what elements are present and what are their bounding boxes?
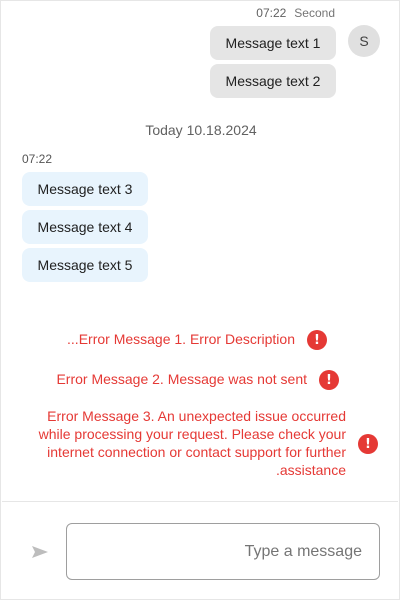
- error-icon[interactable]: !: [319, 370, 339, 390]
- incoming-message[interactable]: Message text 3: [22, 172, 148, 206]
- error-icon[interactable]: !: [307, 330, 327, 350]
- error-line: Error Message 3. An unexpected issue occ…: [47, 408, 346, 424]
- sender-name: Second: [294, 6, 335, 20]
- outgoing-message[interactable]: Message text 2: [210, 64, 336, 98]
- composer-divider: [2, 501, 398, 502]
- avatar[interactable]: S: [348, 25, 380, 57]
- outgoing-meta: 07:22 Second: [256, 6, 335, 20]
- incoming-message[interactable]: Message text 4: [22, 210, 148, 244]
- incoming-time: 07:22: [22, 152, 53, 166]
- send-icon[interactable]: [31, 545, 49, 559]
- error-line: .assistance: [275, 462, 346, 478]
- error-icon[interactable]: !: [358, 434, 378, 454]
- error-message: Error Message 2. Message was not sent: [56, 371, 307, 387]
- outgoing-message[interactable]: Message text 1: [210, 26, 336, 60]
- error-line: internet connection or contact support f…: [47, 444, 346, 460]
- incoming-message[interactable]: Message text 5: [22, 248, 148, 282]
- date-separator: Today 10.18.2024: [145, 122, 257, 138]
- error-message-multiline: Error Message 3. An unexpected issue occ…: [39, 407, 346, 479]
- error-line: while processing your request. Please ch…: [38, 426, 346, 442]
- message-input[interactable]: [66, 523, 380, 580]
- outgoing-time: 07:22: [256, 6, 287, 20]
- error-message: ...Error Message 1. Error Description: [67, 331, 295, 347]
- chat-window: 07:22 Second S Message text 1 Message tex…: [0, 0, 400, 600]
